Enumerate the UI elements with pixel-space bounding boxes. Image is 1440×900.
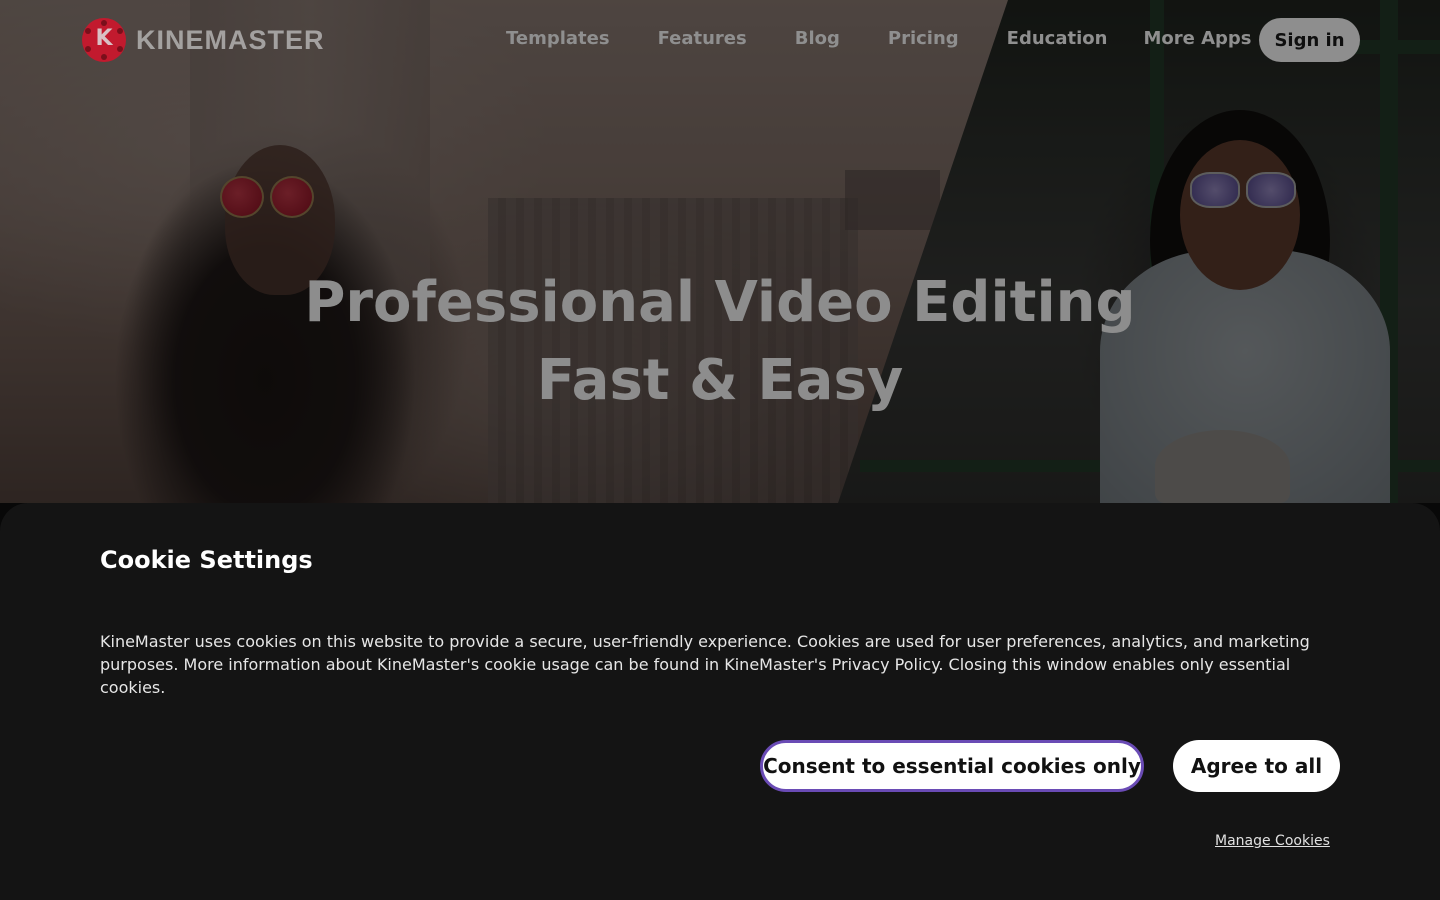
nav-more-apps[interactable]: More Apps: [1143, 28, 1277, 49]
nav-features[interactable]: Features: [658, 28, 747, 49]
nav-more-apps-label: More Apps: [1143, 28, 1252, 49]
logo[interactable]: KINEMASTER: [82, 18, 325, 62]
nav-blog[interactable]: Blog: [795, 28, 840, 49]
cookie-dialog-text: KineMaster uses cookies on this website …: [100, 632, 1310, 697]
nav-education[interactable]: Education: [1007, 28, 1108, 49]
manage-cookies-link[interactable]: Manage Cookies: [1215, 833, 1330, 849]
nav-pricing[interactable]: Pricing: [888, 28, 959, 49]
kinemaster-logo-icon: [82, 18, 126, 62]
site-header: KINEMASTER Templates Features Blog Prici…: [0, 0, 1440, 80]
sign-in-button[interactable]: Sign in: [1259, 18, 1360, 62]
cookie-dialog-title: Cookie Settings: [100, 546, 313, 574]
hero-headline-line1: Professional Video Editing: [304, 270, 1136, 335]
nav-templates[interactable]: Templates: [506, 28, 610, 49]
main-nav: Templates Features Blog Pricing Educatio…: [506, 28, 1277, 49]
agree-all-button[interactable]: Agree to all: [1173, 740, 1340, 792]
hero-headline: Professional Video Editing Fast & Easy: [0, 264, 1440, 420]
logo-text: KINEMASTER: [136, 24, 325, 55]
cookie-settings-dialog: Cookie Settings KineMaster uses cookies …: [0, 503, 1440, 900]
hero-headline-line2: Fast & Easy: [536, 348, 904, 413]
consent-essential-button[interactable]: Consent to essential cookies only: [760, 740, 1144, 792]
